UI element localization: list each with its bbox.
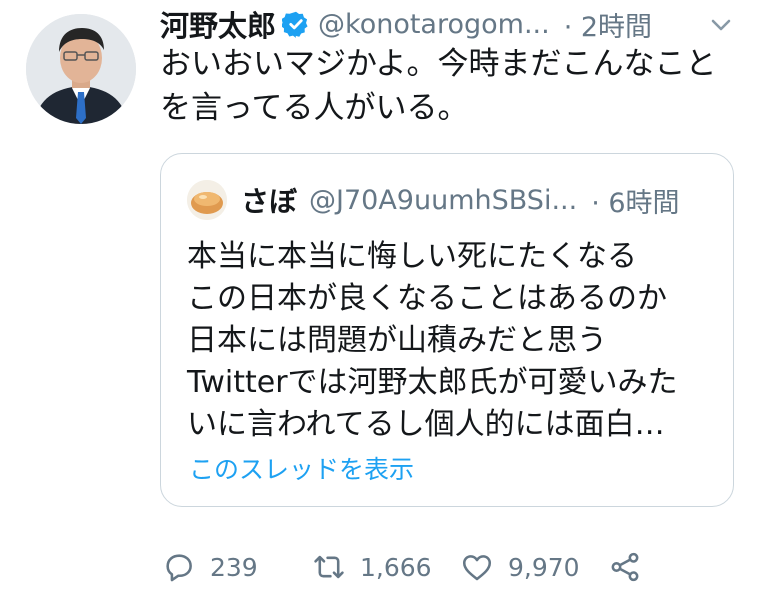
retweet-count: 1,666 bbox=[360, 552, 432, 582]
show-thread-link[interactable]: このスレッドを表示 bbox=[189, 450, 414, 486]
verified-badge-icon bbox=[282, 10, 310, 38]
tweet-header: 河野太郎 @konotarogom... · 2時間 bbox=[160, 4, 652, 44]
quoted-text-line: この日本が良くなることはあるのか bbox=[187, 281, 667, 316]
share-icon bbox=[611, 552, 639, 582]
quoted-author-handle: @J70A9uumhSBSi... bbox=[309, 184, 578, 216]
quoted-text-line: Twitterでは河野太郎氏が可愛いみた bbox=[187, 365, 678, 400]
tweet-action-bar: 239 1,666 9,970 bbox=[162, 544, 682, 590]
tweet-timestamp[interactable]: · 2時間 bbox=[564, 5, 652, 44]
quoted-tweet-text: 本当に本当に悔しい死にたくなる この日本が良くなることはあるのか 日本には問題が… bbox=[187, 236, 727, 446]
share-button[interactable] bbox=[608, 544, 642, 590]
quoted-avatar-image bbox=[187, 180, 227, 220]
quoted-tweet-card[interactable]: さぼ @J70A9uumhSBSi... · 6時間 本当に本当に悔しい死にたく… bbox=[160, 153, 734, 507]
quoted-author-name: さぼ bbox=[241, 185, 298, 218]
quoted-text-line: 本当に本当に悔しい死にたくなる bbox=[187, 239, 637, 274]
reply-icon bbox=[166, 554, 192, 582]
author-handle[interactable]: @konotarogom... bbox=[318, 9, 550, 40]
author-avatar-image bbox=[26, 14, 136, 124]
quoted-tweet-timestamp: · 6時間 bbox=[591, 187, 680, 219]
retweet-icon bbox=[314, 555, 344, 579]
quoted-tweet-header: さぼ @J70A9uumhSBSi... · 6時間 bbox=[241, 178, 680, 222]
like-icon bbox=[462, 555, 492, 581]
tweet-text-line: おいおいマジかよ。今時まだこんなこと bbox=[160, 46, 717, 82]
author-name[interactable]: 河野太郎 bbox=[160, 3, 276, 45]
reply-button[interactable]: 239 bbox=[162, 544, 258, 590]
tweet-text-line: を言ってる人がいる。 bbox=[160, 90, 469, 126]
tweet-text: おいおいマジかよ。今時まだこんなこと を言ってる人がいる。 bbox=[160, 42, 740, 130]
quoted-author-avatar bbox=[187, 180, 227, 220]
reply-count: 239 bbox=[210, 552, 258, 582]
like-button[interactable]: 9,970 bbox=[460, 544, 580, 590]
quoted-text-line: いに言われてるし個人的には面白… bbox=[187, 407, 665, 442]
like-count: 9,970 bbox=[508, 552, 580, 582]
quoted-text-line: 日本には問題が山積みだと思う bbox=[187, 323, 607, 358]
retweet-button[interactable]: 1,666 bbox=[312, 544, 432, 590]
chevron-down-icon[interactable] bbox=[706, 10, 736, 40]
author-avatar[interactable] bbox=[26, 14, 136, 124]
